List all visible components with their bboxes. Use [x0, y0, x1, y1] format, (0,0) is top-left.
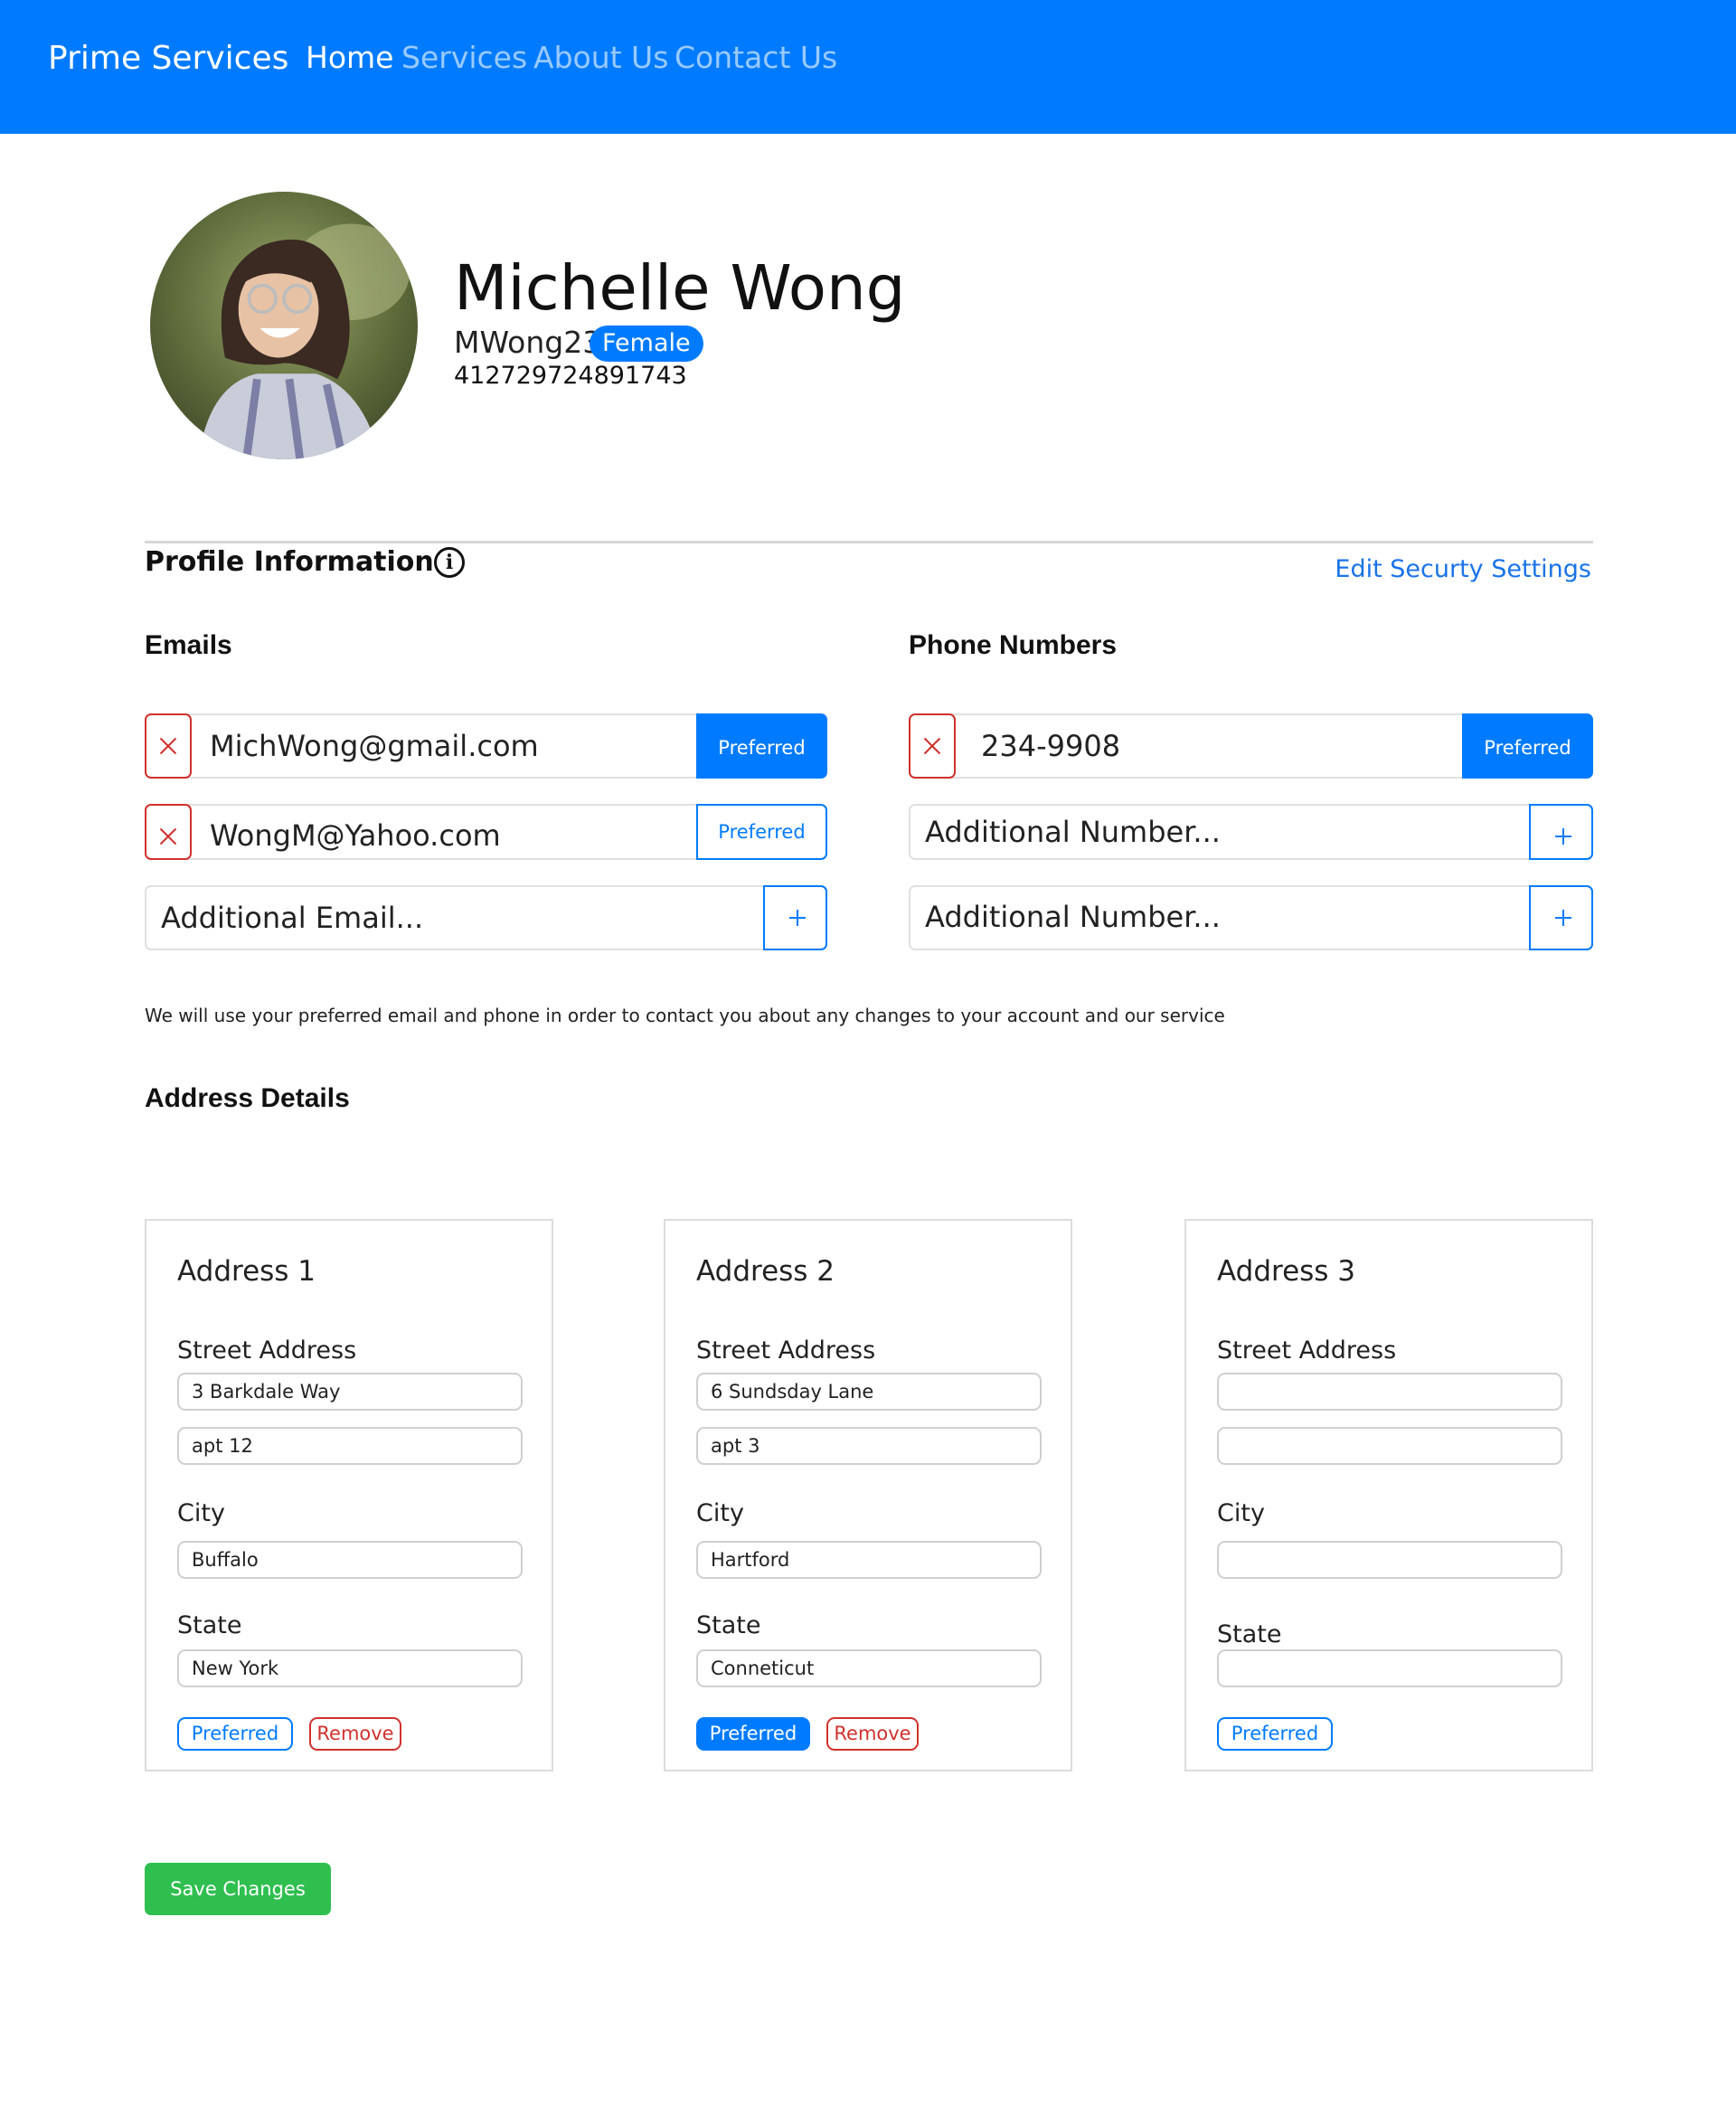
city-label: City — [696, 1499, 744, 1527]
full-name: Michelle Wong — [454, 252, 906, 325]
preferred-address-button[interactable]: Preferred — [1217, 1717, 1333, 1751]
edit-security-link[interactable]: Edit Securty Settings — [1335, 555, 1591, 583]
nav-home[interactable]: Home — [306, 40, 393, 75]
gender-badge: Female — [590, 326, 703, 362]
state-input[interactable]: Conneticut — [696, 1649, 1042, 1687]
city-label: City — [177, 1499, 225, 1527]
additional-email-input[interactable] — [146, 887, 761, 949]
additional-phone-input[interactable] — [910, 806, 1525, 858]
state-input[interactable] — [1217, 1649, 1562, 1687]
email-value[interactable]: MichWong@gmail.com — [210, 715, 539, 777]
email-value[interactable]: WongM@Yahoo.com — [210, 806, 501, 865]
address-title: Address 3 — [1217, 1255, 1356, 1288]
profile-photo-icon — [150, 192, 418, 459]
address-title: Address 1 — [177, 1255, 316, 1288]
additional-phone-row — [909, 885, 1593, 950]
user-id: 412729724891743 — [454, 362, 687, 390]
preferred-phone-button[interactable]: Preferred — [1462, 713, 1593, 779]
street-label: Street Address — [177, 1336, 357, 1365]
state-input[interactable]: New York — [177, 1649, 523, 1687]
avatar — [150, 192, 418, 459]
preferred-address-button[interactable]: Preferred — [177, 1717, 293, 1751]
email-row: WongM@Yahoo.com Preferred — [145, 804, 827, 860]
street-line1-input[interactable]: 3 Barkdale Way — [177, 1373, 523, 1411]
street-label: Street Address — [696, 1336, 876, 1365]
nav-about-us[interactable]: About Us — [533, 40, 668, 75]
username: MWong23 — [454, 325, 602, 360]
state-label: State — [1217, 1620, 1282, 1648]
save-changes-button[interactable]: Save Changes — [145, 1863, 331, 1915]
address-section-title: Address Details — [145, 1083, 350, 1113]
add-email-button[interactable] — [763, 885, 827, 950]
state-label: State — [177, 1611, 242, 1639]
city-input[interactable]: Hartford — [696, 1541, 1042, 1579]
remove-phone-button[interactable] — [909, 713, 956, 779]
phones-title: Phone Numbers — [909, 630, 1118, 660]
additional-phone-row — [909, 804, 1593, 860]
street-label: Street Address — [1217, 1336, 1397, 1365]
add-phone-button[interactable] — [1529, 804, 1593, 860]
section-divider — [145, 541, 1593, 543]
additional-phone-input[interactable] — [910, 887, 1525, 947]
section-title: Profile Information — [145, 546, 434, 578]
remove-address-button[interactable]: Remove — [826, 1717, 919, 1751]
emails-title: Emails — [145, 630, 232, 660]
additional-email-row — [145, 885, 827, 950]
phone-value[interactable]: 234-9908 — [981, 715, 1120, 777]
email-row: MichWong@gmail.com Preferred — [145, 713, 827, 779]
address-title: Address 2 — [696, 1255, 835, 1288]
city-input[interactable]: Buffalo — [177, 1541, 523, 1579]
preferred-email-button[interactable]: Preferred — [696, 804, 827, 860]
city-input[interactable] — [1217, 1541, 1562, 1579]
nav-contact-us[interactable]: Contact Us — [675, 40, 837, 75]
street-line2-input[interactable]: apt 3 — [696, 1427, 1042, 1465]
remove-address-button[interactable]: Remove — [309, 1717, 401, 1751]
street-line2-input[interactable]: apt 12 — [177, 1427, 523, 1465]
street-line2-input[interactable] — [1217, 1427, 1562, 1465]
nav-services[interactable]: Services — [401, 40, 527, 75]
city-label: City — [1217, 1499, 1265, 1527]
brand-logo[interactable]: Prime Services — [48, 40, 288, 77]
info-icon[interactable]: i — [434, 547, 465, 578]
add-phone-button[interactable] — [1529, 885, 1593, 950]
remove-email-button[interactable] — [145, 713, 192, 779]
remove-email-button[interactable] — [145, 804, 192, 860]
state-label: State — [696, 1611, 761, 1639]
contact-note: We will use your preferred email and pho… — [145, 1005, 1225, 1026]
address-card: Address 3 Street Address City State Pref… — [1184, 1219, 1593, 1771]
navbar: Prime Services Home Services About Us Co… — [0, 0, 1736, 134]
preferred-email-button[interactable]: Preferred — [696, 713, 827, 779]
street-line1-input[interactable] — [1217, 1373, 1562, 1411]
preferred-address-button[interactable]: Preferred — [696, 1717, 810, 1751]
address-card: Address 1 Street Address 3 Barkdale Way … — [145, 1219, 553, 1771]
phone-row: 234-9908 Preferred — [909, 713, 1593, 779]
street-line1-input[interactable]: 6 Sundsday Lane — [696, 1373, 1042, 1411]
address-card: Address 2 Street Address 6 Sundsday Lane… — [664, 1219, 1072, 1771]
